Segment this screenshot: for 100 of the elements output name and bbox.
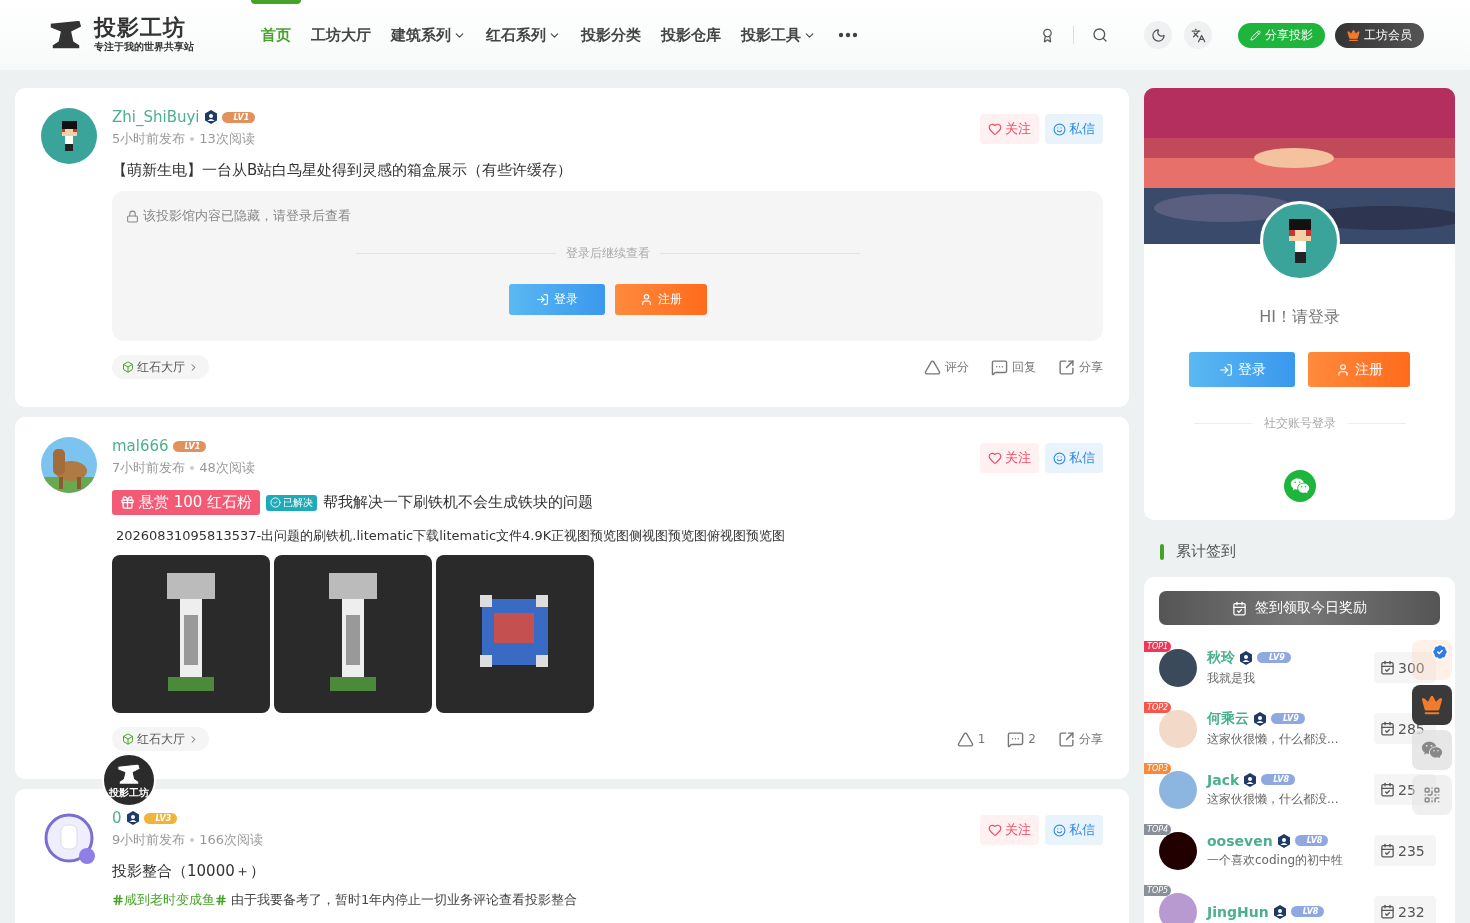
role-icon (1243, 772, 1258, 787)
level-badge: LV8 (1294, 835, 1329, 846)
author-name[interactable]: Zhi_ShiBuyi (112, 108, 200, 126)
logo-subtitle: 专注于我的世界共享站 (94, 40, 194, 54)
nav-item[interactable]: 工坊大厅 (301, 0, 381, 70)
logo-title[interactable]: 投影工坊 (94, 16, 194, 40)
crown-icon (1421, 694, 1443, 716)
vip-float-button[interactable] (1412, 685, 1452, 725)
reply-action[interactable]: 回复 (991, 358, 1036, 376)
crown-icon (1347, 28, 1360, 42)
read-count: 13次阅读 (199, 130, 255, 148)
wechat-login-button[interactable] (1283, 470, 1316, 502)
read-count: 166次阅读 (199, 831, 264, 849)
smile-icon (1053, 451, 1066, 465)
checkin-count: 25 (1374, 774, 1436, 805)
user-name[interactable]: 何乘云 (1207, 709, 1249, 728)
login-button[interactable]: 登录 (508, 284, 605, 315)
social-login-label: 社交账号登录 (1263, 415, 1336, 432)
checkin-count: 235 (1374, 835, 1436, 866)
level-badge: LV8 (1290, 906, 1325, 917)
register-button[interactable]: 注册 (614, 284, 707, 315)
user-bio: 一个喜欢coding的初中牲 (1207, 851, 1345, 869)
dark-mode-button[interactable] (1144, 21, 1172, 49)
calendar-icon (1380, 843, 1395, 858)
user-avatar[interactable] (1159, 648, 1197, 687)
cube-icon (122, 361, 134, 373)
nav-item[interactable]: 红石系列 (476, 0, 571, 70)
comment-icon (991, 358, 1008, 376)
nav-item[interactable]: 投影工具 (731, 0, 826, 70)
nav-item[interactable]: 首页 (251, 0, 301, 70)
user-name[interactable]: 秋玲 (1207, 648, 1235, 667)
post-time: 7小时前发布 (112, 459, 186, 477)
role-icon (125, 811, 140, 825)
checkin-button[interactable]: 签到领取今日奖励 (1159, 591, 1440, 625)
share-action[interactable]: 分享 (1058, 358, 1103, 376)
more-icon (838, 32, 858, 38)
user-name[interactable]: Jack (1207, 771, 1240, 788)
topic-link[interactable]: 咸到老时变成鱼 (112, 891, 227, 909)
lock-icon (126, 209, 139, 223)
translate-icon (1190, 27, 1206, 43)
vip-button[interactable]: 工坊会员 (1335, 22, 1424, 48)
follow-button[interactable]: 关注 (980, 114, 1039, 144)
share-projection-button[interactable]: 分享投影 (1238, 22, 1325, 48)
post-title[interactable]: 帮我解决一下刷铁机不会生成铁块的问题 (323, 493, 594, 512)
message-button[interactable]: 私信 (1045, 443, 1103, 473)
reward-badge: 悬赏 100 红石粉 (112, 490, 261, 515)
triangle-icon (924, 358, 941, 376)
level-badge: LV3 (143, 812, 178, 824)
rank-badge: TOP4 (1144, 824, 1172, 835)
user-name[interactable]: JingHun (1207, 903, 1269, 920)
post-title[interactable]: 投影整合（10000＋） (112, 862, 265, 881)
translate-button[interactable] (1184, 21, 1212, 49)
verified-icon (1431, 643, 1449, 661)
check-icon (270, 497, 282, 508)
level-badge: LV1 (221, 111, 256, 123)
category-tag[interactable]: 红石大厅 (112, 355, 209, 379)
nav-item[interactable]: 投影仓库 (651, 0, 731, 70)
post-excerpt: 20260831095813537-出问题的刷铁机.litematic下载litematic文件4.9K正视图预览图侧视图预览图俯视图预览图 (116, 527, 787, 545)
rate-action[interactable]: 1 (956, 730, 986, 748)
share-action[interactable]: 分享 (1058, 730, 1103, 748)
greeting: HI！请登录 (1259, 307, 1340, 328)
user-icon (639, 293, 653, 306)
section-title: 累计签到 (1176, 542, 1236, 561)
level-badge: LV1 (172, 440, 207, 452)
author-name[interactable]: 0 (112, 809, 122, 827)
login-button[interactable]: 登录 (1189, 352, 1295, 387)
gift-icon (120, 495, 135, 510)
hash-icon (215, 894, 227, 906)
author-name[interactable]: mal666 (112, 437, 169, 455)
level-badge: LV9 (1257, 652, 1291, 663)
follow-button[interactable]: 关注 (980, 443, 1039, 473)
share-icon (1058, 358, 1075, 376)
nav-item[interactable]: 建筑系列 (381, 0, 476, 70)
message-button[interactable]: 私信 (1045, 114, 1103, 144)
cube-icon (122, 733, 134, 745)
user-name[interactable]: ooseven (1207, 832, 1273, 849)
reply-action[interactable]: 2 (1007, 730, 1036, 748)
user-avatar[interactable] (1159, 831, 1197, 870)
heart-icon (988, 823, 1002, 837)
category-tag[interactable]: 红石大厅 (112, 727, 209, 751)
user-avatar[interactable] (41, 108, 97, 164)
post-time: 5小时前发布 (112, 130, 186, 148)
nav-item[interactable]: 投影分类 (571, 0, 651, 70)
calendar-icon (1380, 782, 1395, 797)
post-title[interactable]: 【萌新生电】一台从B站白鸟星处得到灵感的箱盒展示（有些许缓存） (112, 161, 573, 180)
rank-badge: TOP1 (1144, 641, 1172, 652)
login-icon (1218, 362, 1233, 377)
post-excerpt: 由于我要备考了，暂时1年内停止一切业务评论查看投影整合 (231, 891, 578, 909)
register-button[interactable]: 注册 (1308, 352, 1410, 387)
message-button[interactable]: 私信 (1045, 815, 1103, 845)
wechat-icon (1421, 739, 1443, 761)
role-icon (203, 110, 218, 124)
comment-icon (1007, 730, 1025, 748)
follow-button[interactable]: 关注 (980, 815, 1039, 845)
user-bio: 这家伙很懒，什么都没... (1207, 790, 1340, 808)
rate-action[interactable]: 评分 (924, 358, 969, 376)
role-icon (1276, 833, 1291, 848)
role-icon (1272, 904, 1287, 919)
read-count: 48次阅读 (199, 459, 255, 477)
qr-code-icon (1423, 786, 1441, 804)
